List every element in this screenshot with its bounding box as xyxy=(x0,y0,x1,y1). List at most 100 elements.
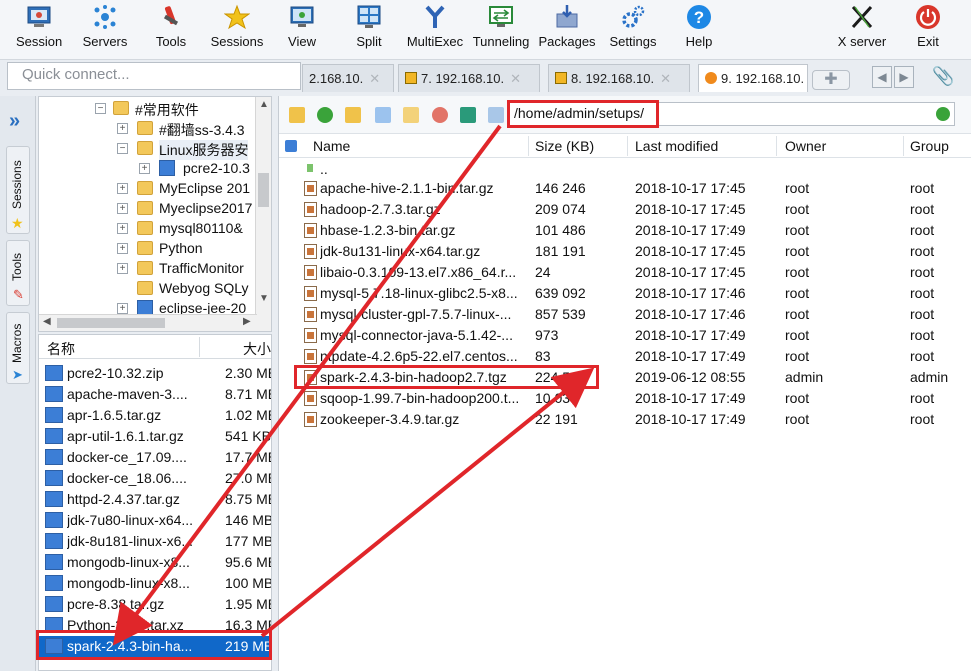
expand-icon[interactable]: + xyxy=(117,203,128,214)
folder-icon[interactable] xyxy=(403,107,419,123)
tree-horizontal-scrollbar[interactable]: ◀ ▶ xyxy=(39,314,257,331)
close-icon[interactable]: ✕ xyxy=(510,71,521,86)
file-row[interactable]: mysql-cluster-gpl-7.5.7-linux-... 857 539… xyxy=(279,304,971,325)
list-item[interactable]: jdk-7u80-linux-x64... 146 MB xyxy=(39,510,271,531)
folder-icon xyxy=(137,181,153,195)
list-item[interactable]: docker-ce_18.06.... 27.0 MB xyxy=(39,468,271,489)
tab-session-8[interactable]: 8. 192.168.10. ✕ xyxy=(548,64,690,92)
upload-icon[interactable] xyxy=(460,107,476,123)
send-icon: ➤ xyxy=(12,367,23,382)
parent-folder-icon[interactable] xyxy=(289,107,305,123)
scroll-up-icon[interactable]: ▲ xyxy=(259,99,269,110)
collapse-panel-icon[interactable]: » xyxy=(9,110,20,133)
split-button[interactable]: Split xyxy=(352,4,386,49)
file-row[interactable]: mysql-connector-java-5.1.42-... 973 2018-1… xyxy=(279,325,971,346)
expand-icon[interactable]: + xyxy=(117,223,128,234)
tunneling-icon xyxy=(489,6,513,27)
delete-icon[interactable] xyxy=(432,107,448,123)
file-row[interactable]: jdk-8u131-linux-x64.tar.gz 181 191 2018-10… xyxy=(279,241,971,262)
follow-terminal-icon[interactable] xyxy=(936,107,950,121)
file-row[interactable]: mysql-5.7.18-linux-glibc2.5-x8... 639 092… xyxy=(279,283,971,304)
list-item[interactable]: apr-util-1.6.1.tar.gz 541 KB xyxy=(39,426,271,447)
column-size-header[interactable]: Size (KB) xyxy=(535,138,594,154)
close-icon[interactable]: ✕ xyxy=(660,71,671,86)
session-button[interactable]: Session xyxy=(16,4,62,49)
tab-session-9[interactable]: 9. 192.168.10. xyxy=(698,64,808,92)
list-item[interactable]: docker-ce_17.09.... 17.7 MB xyxy=(39,447,271,468)
column-size-header[interactable]: 大小 xyxy=(243,339,271,359)
column-name-header[interactable]: 名称 xyxy=(47,339,75,359)
file-row[interactable]: hadoop-2.7.3.tar.gz 209 074 2018-10-17 17:… xyxy=(279,199,971,220)
file-row[interactable]: ntpdate-4.2.6p5-22.el7.centos... 83 2018-1… xyxy=(279,346,971,367)
scrollbar-thumb[interactable] xyxy=(258,173,269,207)
file-row[interactable]: .. xyxy=(279,159,971,180)
sessions-button[interactable]: Sessions xyxy=(208,4,266,49)
new-tab-button[interactable]: ✚ xyxy=(812,70,850,90)
expand-icon[interactable]: + xyxy=(139,163,150,174)
view-button[interactable]: View xyxy=(284,4,320,49)
list-item[interactable]: mongodb-linux-x8... 95.6 MB xyxy=(39,552,271,573)
tree-vertical-scrollbar[interactable]: ▲ ▼ xyxy=(255,97,271,331)
file-row[interactable]: apache-hive-2.1.1-bin.tar.gz 146 246 2018-… xyxy=(279,178,971,199)
file-row[interactable]: zookeeper-3.4.9.tar.gz 22 191 2018-10-17 1… xyxy=(279,409,971,430)
list-item[interactable]: httpd-2.4.37.tar.gz 8.75 MB xyxy=(39,489,271,510)
multiexec-button[interactable]: MultiExec xyxy=(406,4,464,49)
refresh-icon[interactable] xyxy=(317,107,333,123)
tunneling-button[interactable]: Tunneling xyxy=(472,4,530,49)
packages-button[interactable]: Packages xyxy=(538,4,596,49)
column-owner-header[interactable]: Owner xyxy=(785,138,826,154)
list-item[interactable]: apr-1.6.5.tar.gz 1.02 MB xyxy=(39,405,271,426)
expand-icon[interactable]: + xyxy=(117,183,128,194)
list-item[interactable]: pcre-8.38.tar.gz 1.95 MB xyxy=(39,594,271,615)
scroll-down-icon[interactable]: ▼ xyxy=(259,293,269,304)
filter-icon[interactable] xyxy=(285,140,297,152)
collapse-icon[interactable]: − xyxy=(95,103,106,114)
quick-connect-input[interactable]: Quick connect... xyxy=(7,62,301,90)
folder-icon xyxy=(137,201,153,215)
expand-icon[interactable]: + xyxy=(117,123,128,134)
exit-button[interactable]: Exit xyxy=(912,4,944,49)
column-modified-header[interactable]: Last modified xyxy=(635,138,718,154)
scroll-left-icon[interactable]: ◀ xyxy=(43,316,51,327)
xserver-icon xyxy=(851,5,873,29)
star-icon xyxy=(224,4,250,30)
new-file-icon[interactable] xyxy=(375,107,391,123)
expand-icon[interactable]: + xyxy=(117,263,128,274)
tab-scroll-right-button[interactable]: ▶ xyxy=(894,66,914,88)
list-item[interactable]: jdk-8u181-linux-x6... 177 MB xyxy=(39,531,271,552)
scrollbar-thumb[interactable] xyxy=(57,318,165,328)
tab-session-7[interactable]: 7. 192.168.10. ✕ xyxy=(398,64,540,92)
servers-icon xyxy=(94,5,116,29)
download-icon[interactable] xyxy=(488,107,504,123)
expand-icon[interactable]: + xyxy=(117,243,128,254)
tools-button[interactable]: Tools xyxy=(150,4,192,49)
column-name-header[interactable]: Name xyxy=(313,138,350,154)
tab-scroll-left-button[interactable]: ◀ xyxy=(872,66,892,88)
column-group-header[interactable]: Group xyxy=(910,138,949,154)
list-item[interactable]: pcre2-10.32.zip 2.30 MB xyxy=(39,363,271,384)
settings-button[interactable]: Settings xyxy=(607,4,659,49)
xserver-button[interactable]: X server xyxy=(834,4,890,49)
help-button[interactable]: ? Help xyxy=(684,4,714,49)
parent-directory-icon xyxy=(304,162,317,177)
archive-icon xyxy=(45,596,63,612)
file-row[interactable]: hbase-1.2.3-bin.tar.gz 101 486 2018-10-17 … xyxy=(279,220,971,241)
file-row[interactable]: libaio-0.3.109-13.el7.x86_64.r... 24 2018-… xyxy=(279,262,971,283)
tab-tools[interactable]: Tools ✎ xyxy=(6,240,30,306)
tab-macros[interactable]: Macros ➤ xyxy=(6,312,30,384)
attach-icon[interactable]: 📎 xyxy=(932,66,954,87)
collapse-icon[interactable]: − xyxy=(117,143,128,154)
archive-icon xyxy=(45,407,63,423)
servers-button[interactable]: Servers xyxy=(80,4,130,49)
tab-session-6[interactable]: 2.168.10. ✕ xyxy=(302,64,394,92)
list-item[interactable]: mongodb-linux-x8... 100 MB xyxy=(39,573,271,594)
close-icon[interactable]: ✕ xyxy=(369,71,380,86)
new-folder-icon[interactable] xyxy=(345,107,361,123)
expand-icon[interactable]: + xyxy=(117,303,128,314)
file-row[interactable]: sqoop-1.99.7-bin-hadoop200.t... 10 035 201… xyxy=(279,388,971,409)
folder-icon xyxy=(137,261,153,275)
tab-sessions[interactable]: Sessions ★ xyxy=(6,146,30,234)
scroll-right-icon[interactable]: ▶ xyxy=(243,316,251,327)
archive-icon xyxy=(45,533,63,549)
list-item[interactable]: apache-maven-3.... 8.71 MB xyxy=(39,384,271,405)
